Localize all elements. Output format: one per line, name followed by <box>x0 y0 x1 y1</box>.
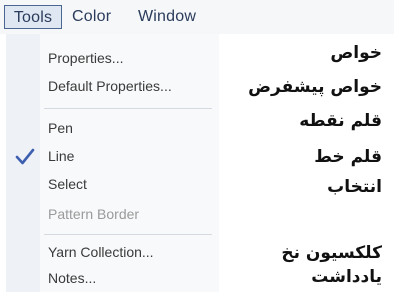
menu-separator <box>44 234 212 235</box>
menu-item-pen[interactable]: Pen <box>48 116 73 140</box>
translation-properties: خواص <box>330 43 382 63</box>
menu-window[interactable]: Window <box>138 5 196 29</box>
menu-item-notes[interactable]: Notes... <box>48 266 96 290</box>
menu-item-default-properties[interactable]: Default Properties... <box>48 74 172 98</box>
translation-line: قلم خط <box>314 147 382 167</box>
translation-default-properties: خواص پیشفرض <box>248 77 382 97</box>
menu-item-properties[interactable]: Properties... <box>48 46 123 70</box>
menu-item-yarn-collection[interactable]: Yarn Collection... <box>48 240 154 264</box>
menu-item-pattern-border: Pattern Border <box>48 206 140 222</box>
translation-pen: قلم نقطه <box>299 111 382 131</box>
menu-item-line[interactable]: Line <box>48 144 74 168</box>
checkmark-icon <box>15 148 35 165</box>
translation-notes: یادداشت <box>311 267 382 287</box>
translation-select: انتخاب <box>327 177 382 197</box>
menu-bar: Tools Color Window <box>0 0 394 34</box>
menu-item-select[interactable]: Select <box>48 172 87 196</box>
menu-color[interactable]: Color <box>72 5 111 29</box>
menu-tools[interactable]: Tools <box>4 5 62 29</box>
menu-separator <box>44 108 212 109</box>
